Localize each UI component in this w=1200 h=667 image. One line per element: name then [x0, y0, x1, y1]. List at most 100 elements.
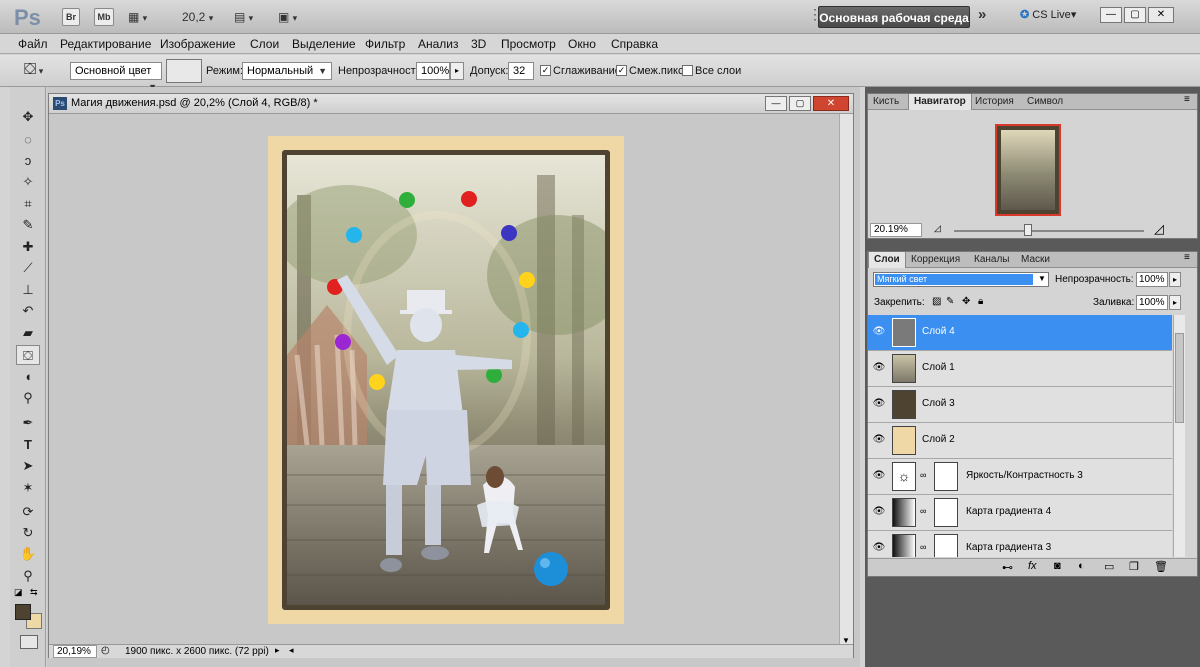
- expand-workspaces-icon[interactable]: »: [978, 6, 986, 23]
- brush-tool-icon[interactable]: ⟋: [16, 258, 40, 278]
- link-layers-icon[interactable]: ⊷: [1002, 561, 1013, 574]
- lock-position-icon[interactable]: ✥: [962, 296, 970, 307]
- menu-help[interactable]: Справка: [611, 37, 658, 51]
- menu-edit[interactable]: Редактирование: [60, 37, 151, 51]
- fill-input[interactable]: 100%: [1136, 295, 1168, 310]
- layer-row-brightness-contrast[interactable]: 👁︎ ☼ ∞ Яркость/Контрастность 3: [868, 459, 1172, 495]
- visibility-eye-icon[interactable]: 👁︎: [872, 362, 886, 374]
- layer-opacity-arrow[interactable]: ▸: [1169, 272, 1181, 287]
- all-layers-checkbox[interactable]: [682, 65, 693, 76]
- quick-mask-icon[interactable]: [20, 635, 38, 649]
- doc-maximize-button[interactable]: ▢: [789, 96, 811, 111]
- delete-layer-icon[interactable]: 🗑︎: [1154, 560, 1168, 573]
- tolerance-input[interactable]: 32: [508, 62, 534, 80]
- workspace-button[interactable]: Основная рабочая среда: [818, 6, 970, 28]
- opacity-slider-arrow[interactable]: ▸: [450, 62, 464, 80]
- 3d-rotate-icon[interactable]: ⟳: [16, 502, 40, 522]
- layer-row-sloi-3[interactable]: 👁︎ Слой 3: [868, 387, 1172, 423]
- visibility-eye-icon[interactable]: 👁︎: [872, 542, 886, 554]
- visibility-eye-icon[interactable]: 👁︎: [872, 398, 886, 410]
- blend-mode-dropdown[interactable]: Мягкий свет ▼: [873, 272, 1049, 287]
- fill-arrow[interactable]: ▸: [1169, 295, 1181, 310]
- menu-image[interactable]: Изображение: [160, 37, 236, 51]
- foreground-color-swatch[interactable]: [15, 604, 31, 620]
- add-mask-icon[interactable]: ◙: [1054, 560, 1061, 572]
- document-title-bar[interactable]: Ps Магия движения.psd @ 20,2% (Слой 4, R…: [49, 94, 853, 114]
- layer-style-icon[interactable]: fx: [1028, 560, 1037, 572]
- healing-brush-icon[interactable]: ✚: [16, 237, 40, 257]
- tab-layers[interactable]: Слои: [868, 252, 906, 268]
- mode-dropdown[interactable]: Нормальный ▼: [242, 62, 332, 80]
- pen-tool-icon[interactable]: ✒: [16, 413, 40, 433]
- layer-opacity-input[interactable]: 100%: [1136, 272, 1168, 287]
- layer-row-sloi-1[interactable]: 👁︎ Слой 1: [868, 351, 1172, 387]
- lock-transparency-icon[interactable]: ▨: [932, 296, 941, 307]
- tab-history[interactable]: История: [970, 94, 1019, 110]
- visibility-eye-icon[interactable]: 👁︎: [872, 326, 886, 338]
- panel-menu-icon[interactable]: ≡: [1184, 94, 1190, 105]
- arrange-documents-icon[interactable]: ▤ ▾: [234, 8, 253, 26]
- crop-tool-icon[interactable]: ⌗: [16, 194, 40, 214]
- layer-row-gradient-map-3[interactable]: 👁︎ ∞ Карта градиента 3: [868, 531, 1172, 557]
- close-button[interactable]: ✕: [1148, 7, 1174, 23]
- cs-live-button[interactable]: ✪ CS Live▾: [1020, 8, 1076, 21]
- swap-colors-icon[interactable]: ⇆: [30, 587, 38, 598]
- lock-pixels-icon[interactable]: ✎: [946, 296, 954, 307]
- eraser-tool-icon[interactable]: ▰: [16, 323, 40, 343]
- status-zoom-icon[interactable]: ◴: [101, 645, 110, 656]
- lock-all-icon[interactable]: 🔒︎: [978, 296, 983, 307]
- zoom-in-icon[interactable]: ◿: [1154, 221, 1164, 237]
- status-zoom-field[interactable]: 20,19%: [53, 645, 97, 658]
- bridge-button[interactable]: Br: [62, 8, 80, 26]
- eyedropper-icon[interactable]: ✎: [16, 215, 40, 235]
- scroll-left-arrow-icon[interactable]: ◂: [289, 645, 294, 656]
- status-info-menu-icon[interactable]: ▸: [275, 645, 280, 656]
- new-group-icon[interactable]: ▭: [1104, 560, 1114, 573]
- layers-panel-menu-icon[interactable]: ≡: [1184, 252, 1190, 263]
- document-vertical-scrollbar[interactable]: ▼: [839, 114, 853, 645]
- screen-mode-icon[interactable]: ▣ ▾: [278, 8, 297, 26]
- new-layer-icon[interactable]: ❐: [1129, 560, 1139, 573]
- menu-analysis[interactable]: Анализ: [418, 37, 459, 51]
- zoom-out-icon[interactable]: ◿: [934, 223, 941, 234]
- visibility-eye-icon[interactable]: 👁︎: [872, 470, 886, 482]
- fill-source-dropdown[interactable]: Основной цвет▼: [70, 62, 162, 92]
- new-adjustment-icon[interactable]: ◐: [1078, 560, 1085, 572]
- menu-filter[interactable]: Фильтр: [365, 37, 405, 51]
- type-tool-icon[interactable]: T: [16, 435, 40, 455]
- menu-file[interactable]: Файл: [18, 37, 48, 51]
- path-selection-icon[interactable]: ➤: [16, 456, 40, 476]
- quick-selection-icon[interactable]: ✧: [16, 172, 40, 192]
- move-tool-icon[interactable]: ✥: [16, 107, 40, 127]
- layer-row-gradient-map-4[interactable]: 👁︎ ∞ Карта градиента 4: [868, 495, 1172, 531]
- tab-character[interactable]: Символ: [1022, 94, 1068, 110]
- maximize-button[interactable]: ▢: [1124, 7, 1146, 23]
- contiguous-checkbox[interactable]: ✓: [616, 65, 627, 76]
- minimize-button[interactable]: —: [1100, 7, 1122, 23]
- pattern-picker[interactable]: [166, 59, 202, 83]
- navigator-zoom-slider[interactable]: [954, 230, 1144, 232]
- menu-select[interactable]: Выделение: [292, 37, 356, 51]
- menu-window[interactable]: Окно: [568, 37, 596, 51]
- tab-navigator[interactable]: Навигатор: [908, 94, 972, 110]
- layer-row-sloi-4[interactable]: 👁︎ Слой 4: [868, 315, 1172, 351]
- zoom-level-dropdown[interactable]: 20,2 ▾: [182, 8, 213, 26]
- navigator-zoom-handle[interactable]: [1024, 224, 1032, 236]
- navigator-thumbnail[interactable]: [995, 124, 1061, 216]
- tab-brush[interactable]: Кисть: [868, 94, 904, 110]
- tab-adjustments[interactable]: Коррекция: [906, 252, 965, 268]
- tab-channels[interactable]: Каналы: [969, 252, 1015, 268]
- paint-bucket-preset-icon[interactable]: ⛋ ▾: [24, 61, 43, 79]
- menu-layers[interactable]: Слои: [250, 37, 279, 51]
- custom-shape-icon[interactable]: ✶: [16, 478, 40, 498]
- view-extras-icon[interactable]: ▦ ▾: [128, 8, 147, 26]
- hand-tool-icon[interactable]: ✋: [16, 544, 40, 564]
- opacity-input[interactable]: 100%: [416, 62, 450, 80]
- lasso-tool-icon[interactable]: ↄ: [16, 151, 40, 171]
- visibility-eye-icon[interactable]: 👁︎: [872, 434, 886, 446]
- tab-masks[interactable]: Маски: [1016, 252, 1055, 268]
- mini-bridge-button[interactable]: Mb: [94, 8, 114, 26]
- menu-view[interactable]: Просмотр: [501, 37, 556, 51]
- paint-bucket-icon[interactable]: ⛋: [16, 345, 40, 365]
- dodge-tool-icon[interactable]: ⚲: [16, 388, 40, 408]
